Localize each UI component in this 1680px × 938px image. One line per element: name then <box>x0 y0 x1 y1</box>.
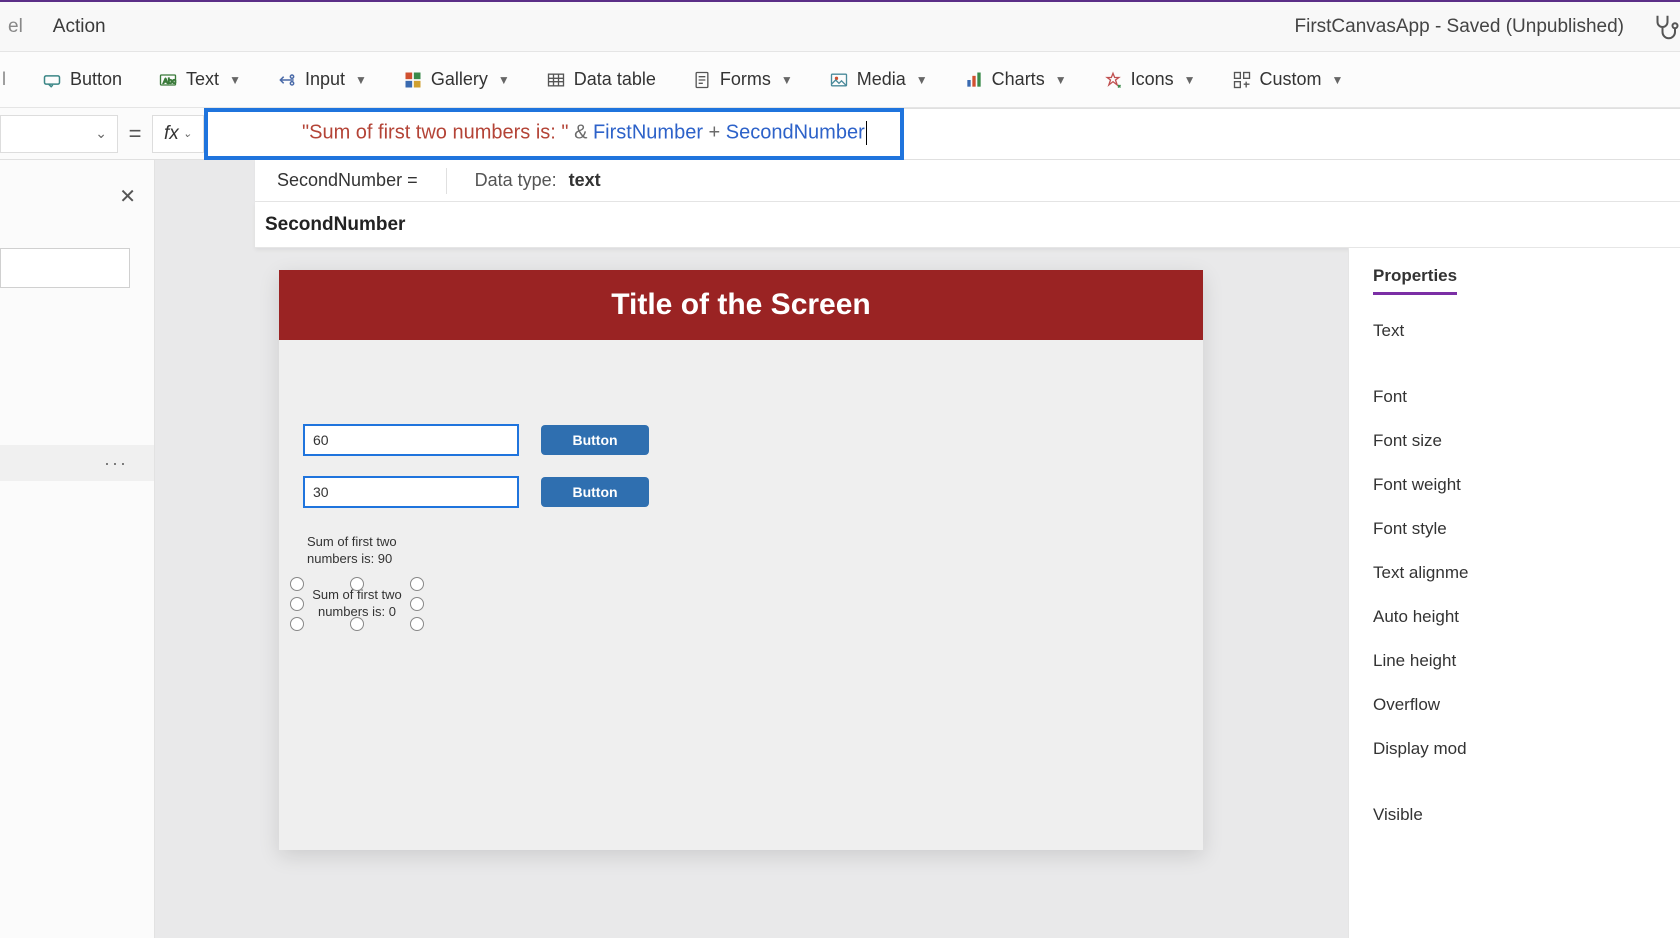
canvas-area: SecondNumber = Data type: text SecondNum… <box>155 160 1680 938</box>
app-title: FirstCanvasApp - Saved (Unpublished) <box>1295 16 1625 38</box>
chevron-down-icon: ▼ <box>781 73 793 87</box>
ribbon-button[interactable]: Button <box>24 52 140 107</box>
charts-icon <box>964 70 984 90</box>
prop-font-size[interactable]: Font size <box>1373 419 1680 463</box>
prop-text[interactable]: Text <box>1373 309 1680 353</box>
media-icon <box>829 70 849 90</box>
chevron-down-icon: ⌄ <box>95 125 107 142</box>
prop-auto-height[interactable]: Auto height <box>1373 595 1680 639</box>
resize-handle[interactable] <box>350 617 364 631</box>
prop-font-weight[interactable]: Font weight <box>1373 463 1680 507</box>
formula-input[interactable]: "Sum of first two numbers is: " & FirstN… <box>204 108 904 160</box>
prop-font-style[interactable]: Font style <box>1373 507 1680 551</box>
svg-text:Abc: Abc <box>163 76 176 85</box>
screen-title-bar: Title of the Screen <box>279 270 1203 340</box>
properties-tab[interactable]: Properties <box>1373 266 1457 295</box>
ribbon-custom[interactable]: Custom▼ <box>1214 52 1362 107</box>
first-number-input[interactable] <box>303 424 519 456</box>
resize-handle[interactable] <box>410 617 424 631</box>
chevron-down-icon: ▼ <box>916 73 928 87</box>
tab-truncated-left[interactable]: el <box>8 16 23 38</box>
button-2[interactable]: Button <box>541 477 649 507</box>
prop-overflow[interactable]: Overflow <box>1373 683 1680 727</box>
formula-bar: ⌄ = fx⌄ "Sum of first two numbers is: " … <box>0 108 1680 160</box>
tab-action[interactable]: Action <box>53 16 106 38</box>
resize-handle[interactable] <box>410 577 424 591</box>
properties-panel: Properties Text Font Font size Font weig… <box>1348 248 1680 938</box>
chevron-down-icon: ▼ <box>355 73 367 87</box>
text-icon: Abc <box>158 70 178 90</box>
ribbon-truncated[interactable]: l <box>0 52 24 107</box>
tree-selected-item[interactable]: ··· <box>0 445 154 481</box>
chevron-down-icon: ⌄ <box>183 127 192 140</box>
gallery-icon <box>403 70 423 90</box>
chevron-down-icon: ▼ <box>1184 73 1196 87</box>
chevron-down-icon: ▼ <box>1332 73 1344 87</box>
property-selector[interactable]: ⌄ <box>0 115 118 153</box>
ribbon-charts[interactable]: Charts▼ <box>946 52 1085 107</box>
prop-display-mode[interactable]: Display mod <box>1373 727 1680 771</box>
chevron-down-icon: ▼ <box>498 73 510 87</box>
resize-handle[interactable] <box>350 577 364 591</box>
resize-handle[interactable] <box>290 617 304 631</box>
forms-icon <box>692 70 712 90</box>
icons-icon <box>1103 70 1123 90</box>
prop-line-height[interactable]: Line height <box>1373 639 1680 683</box>
stethoscope-icon[interactable] <box>1650 12 1680 42</box>
equals-sign: = <box>118 121 152 147</box>
intellisense-suggestion[interactable]: SecondNumber <box>255 202 1680 248</box>
prop-visible[interactable]: Visible <box>1373 793 1680 837</box>
tree-view-panel: ✕ ··· <box>0 160 155 938</box>
resize-handle[interactable] <box>410 597 424 611</box>
fx-button[interactable]: fx⌄ <box>152 115 204 153</box>
chevron-down-icon: ▼ <box>229 73 241 87</box>
input-icon <box>277 70 297 90</box>
tree-search-input[interactable] <box>0 248 130 288</box>
result-label-2-selected[interactable]: Sum of first two numbers is: 0 <box>297 584 417 624</box>
ribbon-icons[interactable]: Icons▼ <box>1085 52 1214 107</box>
prop-text-alignment[interactable]: Text alignme <box>1373 551 1680 595</box>
result-label-1: Sum of first two numbers is: 90 <box>307 534 427 568</box>
intellisense-info-bar: SecondNumber = Data type: text <box>255 160 1680 202</box>
app-screen-preview: Title of the Screen Button Button Sum of… <box>279 270 1203 850</box>
table-icon <box>546 70 566 90</box>
button-icon <box>42 70 62 90</box>
second-number-input[interactable] <box>303 476 519 508</box>
resize-handle[interactable] <box>290 597 304 611</box>
prop-font[interactable]: Font <box>1373 375 1680 419</box>
resize-handle[interactable] <box>290 577 304 591</box>
custom-icon <box>1232 70 1252 90</box>
chevron-down-icon: ▼ <box>1055 73 1067 87</box>
menu-tab-row: el Action FirstCanvasApp - Saved (Unpubl… <box>0 2 1680 52</box>
button-1[interactable]: Button <box>541 425 649 455</box>
close-icon[interactable]: ✕ <box>119 184 136 209</box>
